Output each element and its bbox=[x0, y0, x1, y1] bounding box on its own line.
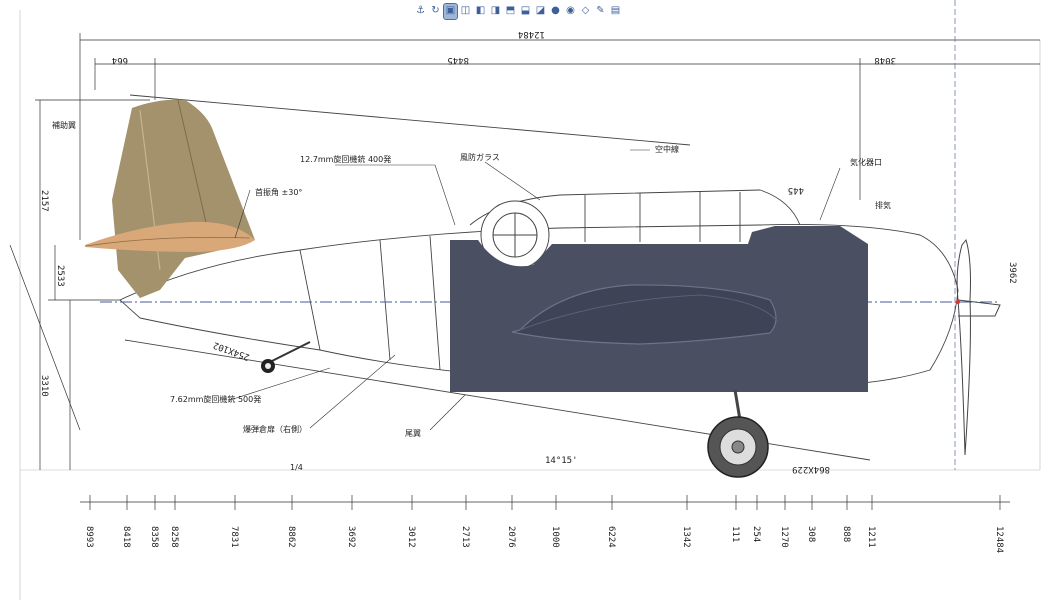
station-label: 6224 bbox=[606, 526, 616, 548]
station-label: 1342 bbox=[681, 526, 691, 548]
station-label: 8358 bbox=[149, 526, 159, 548]
station-label: 12484 bbox=[994, 526, 1004, 553]
label-antenna: 空中線 bbox=[655, 144, 679, 154]
label-lower-gun: 7.62mm旋回機銃 500発 bbox=[170, 394, 261, 404]
station-label: 111 bbox=[730, 526, 740, 542]
station-label: 254 bbox=[751, 526, 761, 542]
drawing-canvas[interactable]: 12484 664 8445 3048 2157 2533 3310 3962 … bbox=[0, 0, 1046, 603]
station-label: 7831 bbox=[229, 526, 239, 548]
main-landing-gear bbox=[707, 389, 769, 478]
dim-tire: 864X229 bbox=[792, 464, 830, 474]
label-scale: 1/4 bbox=[290, 463, 303, 472]
dim-top-left: 664 bbox=[112, 55, 128, 65]
label-canopy: 風防ガラス bbox=[460, 152, 500, 162]
station-label: 8418 bbox=[121, 526, 131, 548]
dim-left-lower: 2533 bbox=[55, 265, 65, 287]
station-label: 3012 bbox=[406, 526, 416, 548]
station-label: 1270 bbox=[779, 526, 789, 548]
station-label: 3692 bbox=[346, 526, 356, 548]
propeller bbox=[956, 238, 1001, 456]
dim-prop: 3962 bbox=[1007, 262, 1017, 284]
station-label: 8258 bbox=[169, 526, 179, 548]
tail-3d-model bbox=[85, 99, 255, 299]
dim-top-mid: 8445 bbox=[447, 55, 469, 65]
station-label: 8862 bbox=[286, 526, 296, 548]
station-label: 8993 bbox=[84, 526, 94, 548]
label-bay: 爆弾倉扉（右側） bbox=[243, 424, 307, 434]
angle-ground: 14°15' bbox=[545, 456, 578, 466]
station-label: 1000 bbox=[550, 526, 560, 548]
station-label: 308 bbox=[806, 526, 816, 542]
dim-left-tail: 2157 bbox=[39, 190, 49, 212]
dim-top-right: 3048 bbox=[874, 55, 896, 65]
label-flap: 尾翼 bbox=[405, 429, 421, 438]
label-gun: 12.7mm旋回機銃 400発 bbox=[300, 154, 391, 164]
station-line: 8993 8418 8358 8258 7831 8862 3692 3012 2713 2076… bbox=[80, 495, 1010, 553]
station-label: 888 bbox=[841, 526, 851, 542]
label-exhaust: 排気 bbox=[875, 200, 891, 210]
dim-tailwheel: 254X102 bbox=[212, 339, 251, 361]
label-tailwheel-angle: 首振角 ±30° bbox=[255, 187, 302, 197]
label-intake: 気化器口 bbox=[850, 157, 882, 167]
station-label: 1211 bbox=[866, 526, 876, 548]
label-rudder: 補助翼 bbox=[52, 120, 76, 130]
station-label: 2713 bbox=[460, 526, 470, 548]
station-label: 2076 bbox=[506, 526, 516, 548]
dim-overall: 12484 bbox=[518, 29, 545, 39]
dim-cowl: 445 bbox=[788, 185, 804, 195]
dim-left-ground: 3310 bbox=[39, 375, 49, 397]
